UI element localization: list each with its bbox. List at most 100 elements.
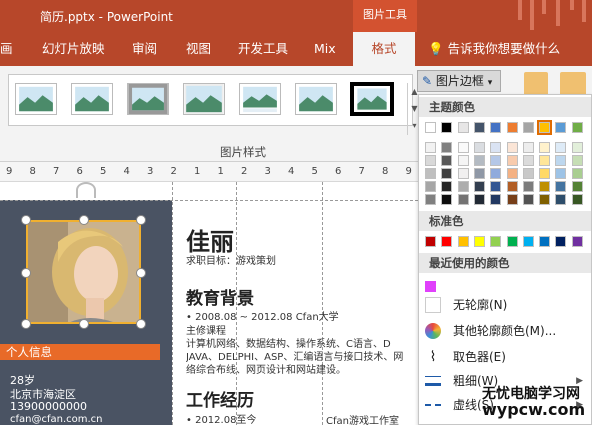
standard-color-swatch[interactable] <box>473 236 485 247</box>
theme-color-shade-swatch[interactable] <box>490 142 502 153</box>
profile-photo[interactable] <box>26 220 141 324</box>
resize-handle[interactable] <box>21 215 31 225</box>
theme-color-shade-swatch[interactable] <box>425 168 436 179</box>
theme-color-shade-swatch[interactable] <box>457 168 469 179</box>
resize-handle[interactable] <box>79 215 89 225</box>
theme-color-shade-swatch[interactable] <box>539 194 551 205</box>
theme-color-swatch[interactable] <box>473 122 485 133</box>
theme-color-shade-swatch[interactable] <box>522 142 534 153</box>
resize-handle[interactable] <box>79 319 89 329</box>
picture-style-thumb[interactable] <box>295 83 337 115</box>
theme-color-shade-swatch[interactable] <box>473 168 485 179</box>
theme-color-shade-swatch[interactable] <box>555 181 567 192</box>
theme-color-shade-swatch[interactable] <box>555 194 567 205</box>
theme-color-shade-swatch[interactable] <box>457 142 469 153</box>
theme-color-shade-swatch[interactable] <box>506 194 518 205</box>
theme-color-swatch[interactable] <box>441 122 453 133</box>
theme-color-shade-swatch[interactable] <box>490 194 502 205</box>
recent-color-swatch[interactable] <box>425 281 436 292</box>
theme-color-shade-swatch[interactable] <box>555 155 567 166</box>
standard-color-swatch[interactable] <box>457 236 469 247</box>
theme-color-shade-swatch[interactable] <box>506 155 518 166</box>
theme-color-shade-swatch[interactable] <box>441 155 453 166</box>
theme-color-swatch[interactable] <box>506 122 518 133</box>
standard-color-swatch[interactable] <box>490 236 502 247</box>
theme-color-shade-swatch[interactable] <box>571 181 583 192</box>
theme-color-shade-swatch[interactable] <box>539 142 551 153</box>
picture-style-thumb-selected[interactable] <box>350 82 394 116</box>
theme-color-shade-swatch[interactable] <box>473 181 485 192</box>
tab-view[interactable]: 视图 <box>186 32 211 66</box>
theme-color-shade-swatch[interactable] <box>555 142 567 153</box>
resize-handle[interactable] <box>136 319 146 329</box>
theme-color-shade-swatch[interactable] <box>425 194 436 205</box>
standard-color-swatch[interactable] <box>555 236 567 247</box>
theme-color-shade-swatch[interactable] <box>425 155 436 166</box>
tab-developer[interactable]: 开发工具 <box>238 32 288 66</box>
picture-style-thumb[interactable] <box>127 83 169 115</box>
theme-color-shade-swatch[interactable] <box>425 142 436 153</box>
theme-color-shade-swatch[interactable] <box>473 155 485 166</box>
theme-color-swatch[interactable] <box>522 122 534 133</box>
theme-color-shade-swatch[interactable] <box>473 142 485 153</box>
picture-style-thumb[interactable] <box>15 83 57 115</box>
theme-color-shade-swatch[interactable] <box>441 142 453 153</box>
tab-format[interactable]: 格式 <box>353 32 415 66</box>
theme-color-swatch[interactable] <box>571 122 583 133</box>
standard-color-swatch[interactable] <box>571 236 583 247</box>
theme-color-swatch[interactable] <box>457 122 469 133</box>
theme-color-shade-swatch[interactable] <box>425 181 436 192</box>
theme-color-shade-swatch[interactable] <box>441 168 453 179</box>
theme-color-shade-swatch[interactable] <box>441 194 453 205</box>
theme-color-shade-swatch[interactable] <box>539 168 551 179</box>
theme-color-swatch[interactable] <box>537 120 553 135</box>
theme-color-shade-swatch[interactable] <box>490 168 502 179</box>
resize-handle[interactable] <box>21 319 31 329</box>
rotate-handle-icon[interactable] <box>76 182 96 198</box>
resize-handle[interactable] <box>21 268 31 278</box>
theme-color-shade-swatch[interactable] <box>506 181 518 192</box>
theme-color-shade-swatch[interactable] <box>555 168 567 179</box>
theme-color-shade-swatch[interactable] <box>473 194 485 205</box>
theme-color-shade-swatch[interactable] <box>571 194 583 205</box>
tab-mix[interactable]: Mix <box>314 32 336 66</box>
theme-color-shade-swatch[interactable] <box>490 181 502 192</box>
standard-color-swatch[interactable] <box>425 236 436 247</box>
picture-style-thumb[interactable] <box>239 83 281 115</box>
tab-review[interactable]: 审阅 <box>132 32 157 66</box>
resize-handle[interactable] <box>136 215 146 225</box>
theme-color-shade-swatch[interactable] <box>571 142 583 153</box>
picture-style-thumb[interactable] <box>71 83 113 115</box>
theme-color-swatch[interactable] <box>555 122 567 133</box>
theme-color-shade-swatch[interactable] <box>522 181 534 192</box>
no-outline-item[interactable]: 无轮廓(N) <box>419 293 591 317</box>
theme-color-shade-swatch[interactable] <box>506 168 518 179</box>
theme-color-shade-swatch[interactable] <box>539 181 551 192</box>
picture-style-thumb[interactable] <box>183 83 225 115</box>
tell-me-box[interactable]: 💡 告诉我你想要做什么 <box>428 32 560 66</box>
standard-color-swatch[interactable] <box>441 236 453 247</box>
theme-color-shade-swatch[interactable] <box>522 194 534 205</box>
theme-color-shade-swatch[interactable] <box>441 181 453 192</box>
theme-color-shade-swatch[interactable] <box>457 194 469 205</box>
theme-color-shade-swatch[interactable] <box>490 155 502 166</box>
standard-color-swatch[interactable] <box>539 236 551 247</box>
tab-draw[interactable]: 画 <box>0 32 13 66</box>
tab-slideshow[interactable]: 幻灯片放映 <box>42 32 105 66</box>
standard-color-swatch[interactable] <box>506 236 518 247</box>
theme-color-shade-swatch[interactable] <box>457 155 469 166</box>
theme-color-swatch[interactable] <box>425 122 436 133</box>
theme-color-shade-swatch[interactable] <box>522 155 534 166</box>
standard-color-swatch[interactable] <box>522 236 534 247</box>
theme-color-shade-swatch[interactable] <box>522 168 534 179</box>
theme-color-shade-swatch[interactable] <box>539 155 551 166</box>
eyedropper-item[interactable]: ⌇ 取色器(E) <box>419 345 591 369</box>
theme-color-shade-swatch[interactable] <box>571 168 583 179</box>
theme-color-shade-swatch[interactable] <box>571 155 583 166</box>
more-outline-colors-item[interactable]: 其他轮廓颜色(M)... <box>419 319 591 343</box>
theme-color-shade-swatch[interactable] <box>457 181 469 192</box>
picture-border-button[interactable]: ✎ 图片边框 ▾ <box>417 70 501 92</box>
resize-handle[interactable] <box>136 268 146 278</box>
theme-color-shade-swatch[interactable] <box>506 142 518 153</box>
theme-color-swatch[interactable] <box>490 122 502 133</box>
